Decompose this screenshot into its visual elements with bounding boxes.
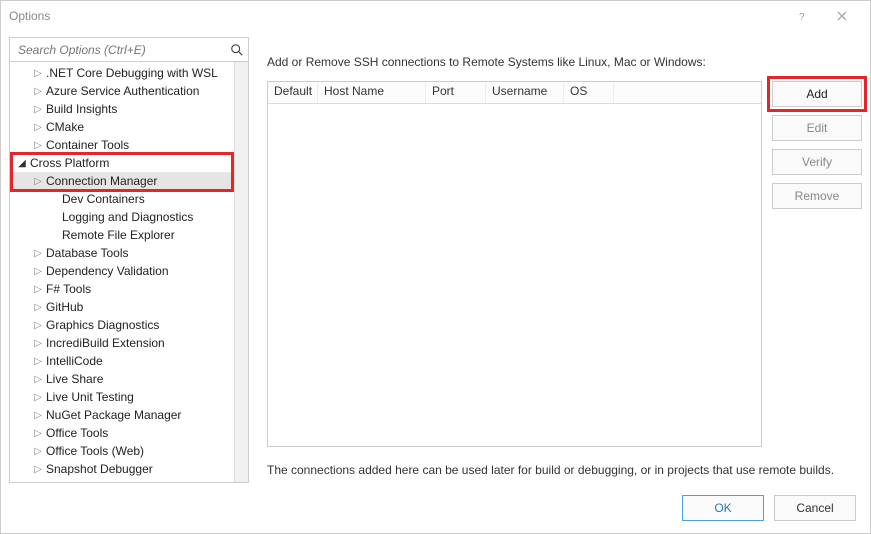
chevron-right-icon: ▷ — [32, 338, 44, 349]
col-username[interactable]: Username — [486, 82, 564, 103]
add-button[interactable]: Add — [772, 81, 862, 107]
chevron-right-icon: ▷ — [32, 248, 44, 259]
tree-item[interactable]: ▷.NET Core Debugging with WSL — [10, 64, 248, 82]
tree-item[interactable]: ▷IntelliCode — [10, 352, 248, 370]
titlebar: Options ? — [1, 1, 870, 31]
tree-item-label: Live Unit Testing — [44, 390, 134, 404]
chevron-right-icon: ▷ — [32, 428, 44, 439]
chevron-right-icon: ▷ — [32, 410, 44, 421]
tree-item[interactable]: Remote File Explorer — [10, 226, 248, 244]
tree-item-label: Snapshot Debugger — [44, 462, 153, 476]
tree-item-label: F# Tools — [44, 282, 91, 296]
close-button[interactable] — [822, 2, 862, 30]
ok-button[interactable]: OK — [682, 495, 764, 521]
tree-item[interactable]: ▷CMake — [10, 118, 248, 136]
chevron-down-icon: ◢ — [16, 158, 28, 169]
tree-item[interactable]: ▷Azure Service Authentication — [10, 82, 248, 100]
tree-item-label: Office Tools — [44, 426, 108, 440]
options-tree[interactable]: ▷.NET Core Debugging with WSL▷Azure Serv… — [10, 62, 248, 482]
cancel-button[interactable]: Cancel — [774, 495, 856, 521]
tree-item-label: Database Tools — [44, 246, 129, 260]
help-button[interactable]: ? — [782, 2, 822, 30]
tree-item-label: CMake — [44, 120, 84, 134]
connections-grid[interactable]: Default Host Name Port Username OS — [267, 81, 762, 447]
tree-item[interactable]: ▷Graphics Diagnostics — [10, 316, 248, 334]
right-panel: Add or Remove SSH connections to Remote … — [267, 37, 862, 483]
tree-item[interactable]: ▷Office Tools (Web) — [10, 442, 248, 460]
col-spacer — [614, 82, 761, 103]
verify-button[interactable]: Verify — [772, 149, 862, 175]
edit-button[interactable]: Edit — [772, 115, 862, 141]
col-hostname[interactable]: Host Name — [318, 82, 426, 103]
chevron-right-icon: ▷ — [32, 284, 44, 295]
col-port[interactable]: Port — [426, 82, 486, 103]
dialog-footer: OK Cancel — [1, 483, 870, 533]
chevron-right-icon: ▷ — [32, 140, 44, 151]
tree-item-label: Azure Service Authentication — [44, 84, 199, 98]
close-icon — [837, 11, 847, 21]
chevron-right-icon: ▷ — [32, 266, 44, 277]
tree-item[interactable]: ▷Container Tools — [10, 136, 248, 154]
tree-item[interactable]: ▷F# Tools — [10, 280, 248, 298]
chevron-right-icon: ▷ — [32, 68, 44, 79]
tree-item[interactable]: ◢Cross Platform — [10, 154, 248, 172]
tree-item-label: .NET Core Debugging with WSL — [44, 66, 218, 80]
tree-item-label: Live Share — [44, 372, 103, 386]
tree-item-label: Build Insights — [44, 102, 117, 116]
tree-item[interactable]: ▷Build Insights — [10, 100, 248, 118]
tree-item-label: Container Tools — [44, 138, 129, 152]
panel-note: The connections added here can be used l… — [267, 463, 862, 477]
options-dialog: Options ? ▷.NET Core Debugging with WSL▷… — [0, 0, 871, 534]
tree-item-label: Dev Containers — [60, 192, 145, 206]
tree-item-label: NuGet Package Manager — [44, 408, 181, 422]
chevron-right-icon: ▷ — [32, 320, 44, 331]
col-os[interactable]: OS — [564, 82, 614, 103]
side-buttons: Add Edit Verify Remove — [772, 81, 862, 447]
col-default[interactable]: Default — [268, 82, 318, 103]
chevron-right-icon: ▷ — [32, 446, 44, 457]
chevron-right-icon: ▷ — [32, 392, 44, 403]
tree-item[interactable]: ▷Office Tools — [10, 424, 248, 442]
tree-item[interactable]: ▷NuGet Package Manager — [10, 406, 248, 424]
chevron-right-icon: ▷ — [32, 176, 44, 187]
chevron-right-icon: ▷ — [32, 104, 44, 115]
tree-item[interactable]: Dev Containers — [10, 190, 248, 208]
help-icon: ? — [797, 11, 807, 21]
tree-item[interactable]: ▷Dependency Validation — [10, 262, 248, 280]
window-title: Options — [9, 9, 782, 23]
chevron-right-icon: ▷ — [32, 122, 44, 133]
grid-header: Default Host Name Port Username OS — [268, 82, 761, 104]
tree-item[interactable]: ▷Live Unit Testing — [10, 388, 248, 406]
tree-item-label: Connection Manager — [44, 174, 157, 188]
tree-item-label: Graphics Diagnostics — [44, 318, 159, 332]
tree-item-label: IntelliCode — [44, 354, 103, 368]
svg-text:?: ? — [799, 12, 805, 21]
left-panel: ▷.NET Core Debugging with WSL▷Azure Serv… — [9, 37, 249, 483]
chevron-right-icon: ▷ — [32, 356, 44, 367]
search-input[interactable] — [14, 41, 230, 59]
tree-item[interactable]: ▷Connection Manager — [10, 172, 248, 190]
tree-item[interactable]: ▷Live Share — [10, 370, 248, 388]
search-box — [10, 38, 248, 62]
tree-item-label: IncrediBuild Extension — [44, 336, 165, 350]
tree-item-label: Cross Platform — [28, 156, 109, 170]
remove-button[interactable]: Remove — [772, 183, 862, 209]
chevron-right-icon: ▷ — [32, 374, 44, 385]
tree-item-label: Remote File Explorer — [60, 228, 175, 242]
tree-item[interactable]: ▷GitHub — [10, 298, 248, 316]
tree-item-label: GitHub — [44, 300, 83, 314]
chevron-right-icon: ▷ — [32, 86, 44, 97]
chevron-right-icon: ▷ — [32, 464, 44, 475]
tree-item-label: Office Tools (Web) — [44, 444, 144, 458]
search-icon — [230, 43, 244, 57]
tree-scrollbar[interactable] — [234, 62, 248, 482]
panel-description: Add or Remove SSH connections to Remote … — [267, 55, 862, 69]
chevron-right-icon: ▷ — [32, 302, 44, 313]
tree-item[interactable]: Logging and Diagnostics — [10, 208, 248, 226]
tree-item[interactable]: ▷Database Tools — [10, 244, 248, 262]
tree-item[interactable]: ▷IncrediBuild Extension — [10, 334, 248, 352]
tree-item-label: Dependency Validation — [44, 264, 169, 278]
tree-item[interactable]: ▷Snapshot Debugger — [10, 460, 248, 478]
tree-item-label: Logging and Diagnostics — [60, 210, 193, 224]
